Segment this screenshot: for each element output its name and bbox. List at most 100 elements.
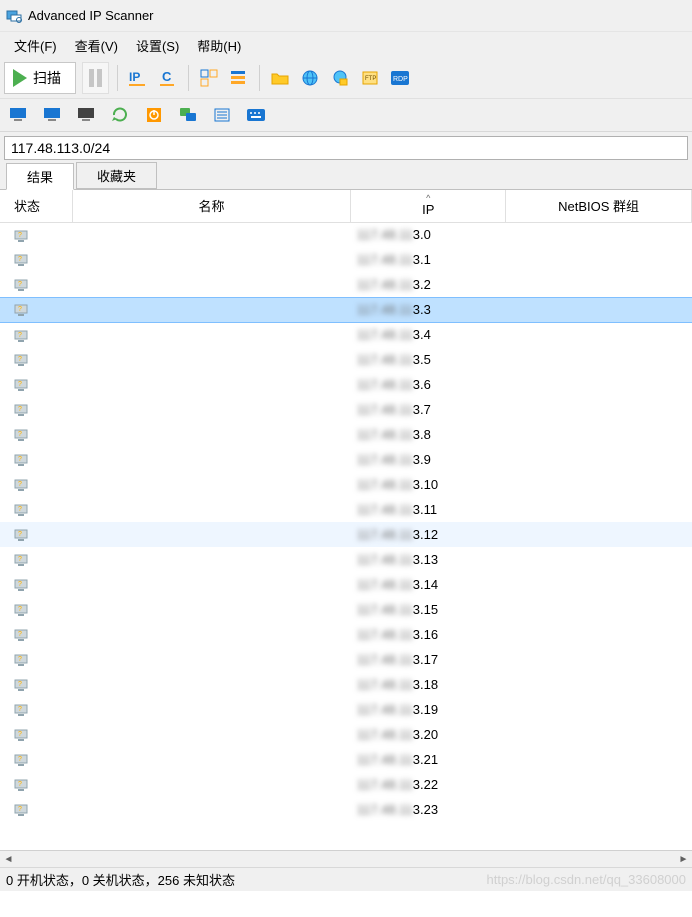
- horizontal-scrollbar[interactable]: ◄ ►: [0, 850, 692, 867]
- alive-icon[interactable]: [40, 103, 64, 127]
- table-row[interactable]: ?117.48.113.5: [0, 347, 692, 372]
- ip-range-input[interactable]: [4, 136, 688, 160]
- scroll-track[interactable]: [17, 851, 675, 867]
- collapse-all-button[interactable]: [227, 66, 251, 90]
- scroll-left-icon[interactable]: ◄: [0, 851, 17, 868]
- svg-text:FTP: FTP: [365, 76, 376, 82]
- table-row[interactable]: ?117.48.113.12: [0, 522, 692, 547]
- table-row[interactable]: ?117.48.113.1: [0, 247, 692, 272]
- iptool-button[interactable]: IP: [126, 66, 150, 90]
- cell-status: ?: [0, 497, 72, 522]
- cell-ip: 117.48.113.4: [351, 322, 506, 347]
- table-row[interactable]: ?117.48.113.16: [0, 622, 692, 647]
- ftp-button[interactable]: FTP: [358, 66, 382, 90]
- table-row[interactable]: ?117.48.113.18: [0, 672, 692, 697]
- results-table-wrap[interactable]: 状态 名称 ^ IP NetBIOS 群组 ?117.48.113.0?117.…: [0, 190, 692, 850]
- svg-text:?: ?: [18, 381, 22, 388]
- dead-icon[interactable]: [74, 103, 98, 127]
- cell-ip: 117.48.113.19: [351, 697, 506, 722]
- cell-ip: 117.48.113.14: [351, 572, 506, 597]
- unknown-status-icon: ?: [14, 702, 28, 717]
- table-row[interactable]: ?117.48.113.21: [0, 747, 692, 772]
- cell-ip: 117.48.113.10: [351, 472, 506, 497]
- rdp-button[interactable]: RDP: [388, 66, 412, 90]
- computer-icon[interactable]: [6, 103, 30, 127]
- svg-text:?: ?: [18, 506, 22, 513]
- table-row[interactable]: ?117.48.113.6: [0, 372, 692, 397]
- tab-favorites[interactable]: 收藏夹: [76, 162, 157, 189]
- svg-text:?: ?: [18, 431, 22, 438]
- table-row[interactable]: ?117.48.113.2: [0, 272, 692, 297]
- col-name[interactable]: 名称: [72, 190, 351, 222]
- cell-status: ?: [0, 472, 72, 497]
- table-row[interactable]: ?117.48.113.7: [0, 397, 692, 422]
- cell-netbios: [506, 422, 692, 447]
- https-button[interactable]: [328, 66, 352, 90]
- http-button[interactable]: [298, 66, 322, 90]
- menu-help[interactable]: 帮助(H): [189, 34, 249, 57]
- table-row[interactable]: ? 117.48.113.10: [0, 472, 692, 497]
- expand-all-button[interactable]: [197, 66, 221, 90]
- table-row[interactable]: ?117.48.113.4: [0, 322, 692, 347]
- cell-status: ?: [0, 797, 72, 822]
- table-row[interactable]: ?117.48.113.23: [0, 797, 692, 822]
- col-netbios[interactable]: NetBIOS 群组: [506, 190, 692, 222]
- chat-icon[interactable]: [176, 103, 200, 127]
- refresh-icon[interactable]: [108, 103, 132, 127]
- play-icon: [13, 69, 27, 87]
- unknown-status-icon: ?: [14, 502, 28, 517]
- class-c-button[interactable]: C: [156, 66, 180, 90]
- cell-status: ?: [0, 247, 72, 272]
- svg-text:C: C: [162, 69, 172, 84]
- table-row[interactable]: ?117.48.113.15: [0, 597, 692, 622]
- pause-button[interactable]: [82, 62, 109, 94]
- unknown-status-icon: ?: [14, 652, 28, 667]
- table-row[interactable]: ?117.48.113.20: [0, 722, 692, 747]
- table-row[interactable]: ? 117.48.113.17: [0, 647, 692, 672]
- cell-status: ?: [0, 522, 72, 547]
- table-row[interactable]: ?117.48.113.9: [0, 447, 692, 472]
- cell-ip: 117.48.113.17: [351, 647, 506, 672]
- cell-name: [72, 647, 351, 672]
- cell-status: ?: [0, 622, 72, 647]
- menu-file[interactable]: 文件(F): [6, 34, 65, 57]
- unknown-status-icon: ?: [14, 577, 28, 592]
- keyboard-icon[interactable]: [244, 103, 268, 127]
- table-row[interactable]: ?117.48.113.11: [0, 497, 692, 522]
- table-row[interactable]: ? 117.48.113.19: [0, 697, 692, 722]
- cell-netbios: [506, 672, 692, 697]
- folder-button[interactable]: [268, 66, 292, 90]
- svg-text:?: ?: [18, 581, 22, 588]
- table-row[interactable]: ?117.48.113.13: [0, 547, 692, 572]
- cell-name: [72, 247, 351, 272]
- cell-status: ?: [0, 772, 72, 797]
- scroll-right-icon[interactable]: ►: [675, 851, 692, 868]
- tab-results[interactable]: 结果: [6, 163, 74, 190]
- cell-ip: 117.48.113.22: [351, 772, 506, 797]
- cell-netbios: [506, 647, 692, 672]
- svg-text:?: ?: [18, 656, 22, 663]
- list-icon[interactable]: [210, 103, 234, 127]
- svg-text:IP: IP: [129, 70, 140, 84]
- menu-view[interactable]: 查看(V): [67, 34, 126, 57]
- menu-settings[interactable]: 设置(S): [128, 34, 187, 57]
- power-icon[interactable]: [142, 103, 166, 127]
- table-row[interactable]: ?117.48.113.3: [0, 297, 692, 322]
- cell-netbios: [506, 797, 692, 822]
- svg-text:?: ?: [18, 356, 22, 363]
- cell-name: [72, 422, 351, 447]
- table-row[interactable]: ?117.48.113.0: [0, 222, 692, 247]
- col-status[interactable]: 状态: [0, 190, 72, 222]
- col-ip[interactable]: ^ IP: [351, 190, 506, 222]
- sort-arrow-icon: ^: [357, 194, 499, 202]
- unknown-status-icon: ?: [14, 477, 28, 492]
- cell-status: ?: [0, 597, 72, 622]
- table-row[interactable]: ? 117.48.113.14: [0, 572, 692, 597]
- scan-button[interactable]: 扫描: [4, 62, 76, 94]
- table-row[interactable]: ? 117.48.113.22: [0, 772, 692, 797]
- svg-text:?: ?: [18, 606, 22, 613]
- table-row[interactable]: ?117.48.113.8: [0, 422, 692, 447]
- svg-text:?: ?: [18, 306, 22, 313]
- scan-label: 扫描: [33, 68, 61, 88]
- cell-name: [72, 772, 351, 797]
